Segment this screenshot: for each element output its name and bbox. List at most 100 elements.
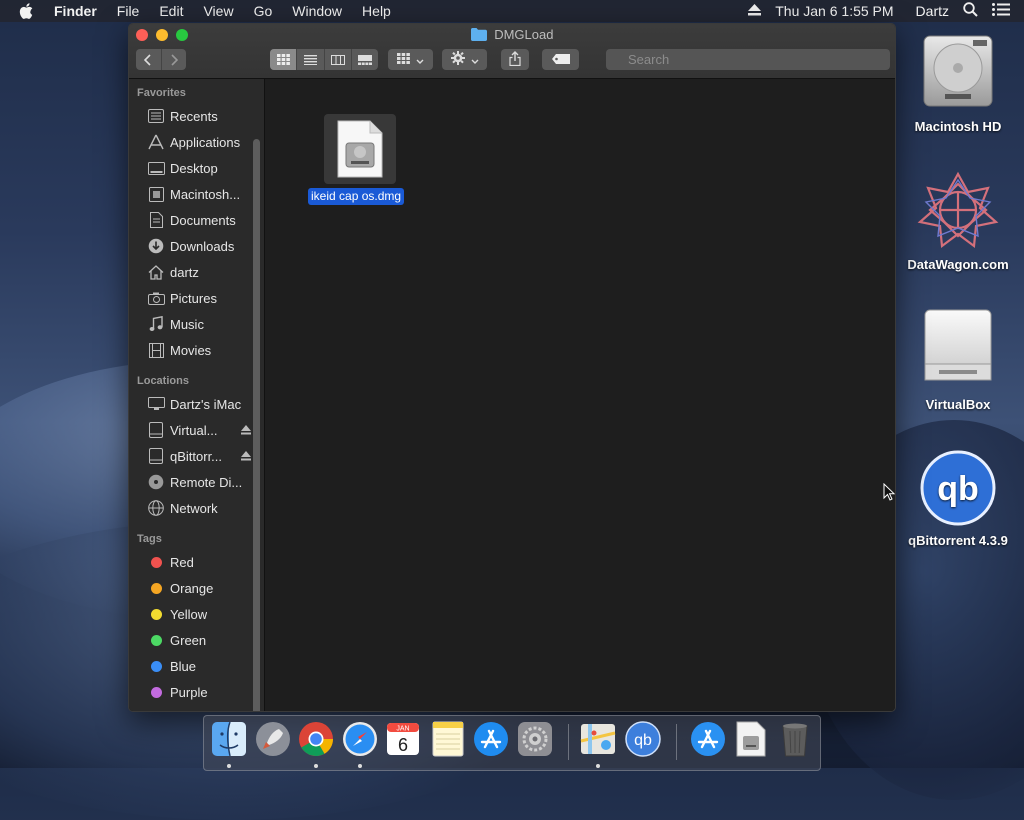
menubar-user[interactable]: Dartz: [916, 3, 949, 19]
film-icon: [146, 342, 166, 358]
sidebar-tag-yellow[interactable]: Yellow: [129, 602, 253, 626]
applications-icon: [146, 134, 166, 150]
sidebar-item-label: dartz: [170, 264, 199, 280]
sidebar-item-movies[interactable]: Movies: [129, 338, 253, 362]
dock-app-store[interactable]: [472, 721, 510, 760]
sidebar-item-label: Documents: [170, 212, 236, 228]
sidebar-item-network[interactable]: Network: [129, 496, 253, 520]
sidebar-item-label: Recents: [170, 108, 218, 124]
sidebar-tag-green[interactable]: Green: [129, 628, 253, 652]
sidebar: Favorites Recents Applications Desktop M…: [129, 79, 265, 711]
dock-safari[interactable]: [341, 721, 379, 768]
file-browser-area[interactable]: ikeid cap os.dmg: [265, 79, 895, 711]
menu-help[interactable]: Help: [362, 3, 391, 19]
apple-icon[interactable]: [19, 2, 37, 20]
eject-icon[interactable]: [748, 3, 762, 19]
sidebar-item-macintosh[interactable]: Macintosh...: [129, 182, 253, 206]
sidebar-item-virtualbox[interactable]: Virtual...: [129, 418, 253, 442]
dock-system-preferences[interactable]: [516, 721, 554, 762]
column-view-button[interactable]: [325, 49, 352, 70]
sidebar-tag-red[interactable]: Red: [129, 550, 253, 574]
spotlight-icon[interactable]: [963, 2, 978, 20]
dock-qbittorrent[interactable]: qb: [624, 720, 662, 760]
sidebar-section-locations: Locations: [137, 375, 189, 387]
menu-view[interactable]: View: [203, 3, 233, 19]
sidebar-tag-orange[interactable]: Orange: [129, 576, 253, 600]
finder-icon: [211, 721, 247, 762]
eject-icon[interactable]: [241, 423, 251, 438]
dock-finder[interactable]: [210, 721, 248, 768]
notification-center-icon[interactable]: [992, 3, 1010, 19]
sidebar-item-label: Pictures: [170, 290, 217, 306]
gear-icon: [450, 51, 465, 68]
dock-trash[interactable]: [776, 722, 814, 760]
desktop-icon-qbittorrent[interactable]: qb qBittorrent 4.3.9: [898, 450, 1018, 548]
forward-button[interactable]: [162, 49, 187, 70]
dock-calendar[interactable]: JAN 6: [384, 722, 422, 760]
sidebar-item-label: Remote Di...: [170, 474, 243, 490]
sidebar-item-applications[interactable]: Applications: [129, 130, 253, 154]
sidebar-item-label: Dartz's iMac: [170, 396, 242, 412]
desktop-icon-label: VirtualBox: [925, 397, 991, 412]
desktop-icon-label: DataWagon.com: [907, 257, 1009, 272]
file-name-label[interactable]: ikeid cap os.dmg: [308, 188, 405, 205]
sidebar-item-qbittorrent[interactable]: qBittorr...: [129, 444, 253, 468]
menubar-clock[interactable]: Thu Jan 6 1:55 PM: [775, 3, 893, 19]
sidebar-item-desktop[interactable]: Desktop: [129, 156, 253, 180]
sidebar-item-label: Macintosh...: [170, 186, 241, 202]
camera-icon: [146, 292, 166, 305]
desktop-icon-virtualbox[interactable]: VirtualBox: [908, 308, 1008, 412]
dock-disk-image[interactable]: [732, 721, 770, 760]
dock-maps[interactable]: [579, 721, 617, 768]
maps-icon: [580, 721, 616, 762]
back-button[interactable]: [136, 49, 162, 70]
sidebar-item-imac[interactable]: Dartz's iMac: [129, 392, 253, 416]
sidebar-item-label: qBittorr...: [170, 448, 223, 464]
menu-edit[interactable]: Edit: [159, 3, 183, 19]
action-menu-button[interactable]: [442, 49, 487, 70]
menu-go[interactable]: Go: [254, 3, 273, 19]
sidebar-item-pictures[interactable]: Pictures: [129, 286, 253, 310]
sidebar-item-label: Music: [170, 316, 204, 332]
sidebar-item-dartz[interactable]: dartz: [129, 260, 253, 284]
system-preferences-icon: [517, 721, 553, 762]
trash-icon: [780, 721, 810, 762]
sidebar-tag-purple[interactable]: Purple: [129, 680, 253, 704]
sidebar-tag-blue[interactable]: Blue: [129, 654, 253, 678]
qbittorrent-logo-icon: qb: [898, 450, 1018, 529]
group-by-button[interactable]: [388, 49, 433, 70]
dock-launchpad[interactable]: [254, 721, 292, 760]
list-view-button[interactable]: [297, 49, 325, 70]
sidebar-item-documents[interactable]: Documents: [129, 208, 253, 232]
icon-view-button[interactable]: [270, 49, 298, 70]
calendar-day: 6: [398, 735, 408, 755]
gallery-view-button[interactable]: [352, 49, 378, 70]
sidebar-scrollbar[interactable]: [253, 139, 260, 711]
window-toolbar: DMGLoad: [129, 24, 895, 79]
dmg-file-icon[interactable]: [324, 114, 396, 184]
sidebar-item-music[interactable]: Music: [129, 312, 253, 336]
share-button[interactable]: [501, 49, 529, 70]
tag-dot-orange: [146, 582, 166, 594]
folder-icon: [470, 28, 487, 44]
dock-notes[interactable]: [429, 721, 467, 760]
menu-window[interactable]: Window: [292, 3, 342, 19]
dock-chrome[interactable]: [297, 721, 335, 768]
dock-separator: [676, 724, 677, 760]
menu-file[interactable]: File: [117, 3, 140, 19]
dock-app-store-download[interactable]: [689, 721, 727, 760]
tags-button[interactable]: [542, 49, 579, 70]
menu-finder[interactable]: Finder: [54, 3, 97, 19]
sidebar-item-downloads[interactable]: Downloads: [129, 234, 253, 258]
eject-icon[interactable]: [241, 449, 251, 464]
sidebar-item-remote-disc[interactable]: Remote Di...: [129, 470, 253, 494]
desktop-icon-label: Macintosh HD: [914, 119, 1002, 134]
search-input[interactable]: [606, 49, 890, 70]
sidebar-item-label: Virtual...: [170, 422, 218, 438]
share-icon: [509, 50, 521, 69]
dock-separator: [568, 724, 569, 760]
sidebar-item-recents[interactable]: Recents: [129, 104, 253, 128]
desktop-icon-datawagon[interactable]: DataWagon.com: [902, 170, 1014, 272]
desktop-icon-macintosh-hd[interactable]: Macintosh HD: [908, 32, 1008, 134]
tag-dot-purple: [146, 686, 166, 698]
